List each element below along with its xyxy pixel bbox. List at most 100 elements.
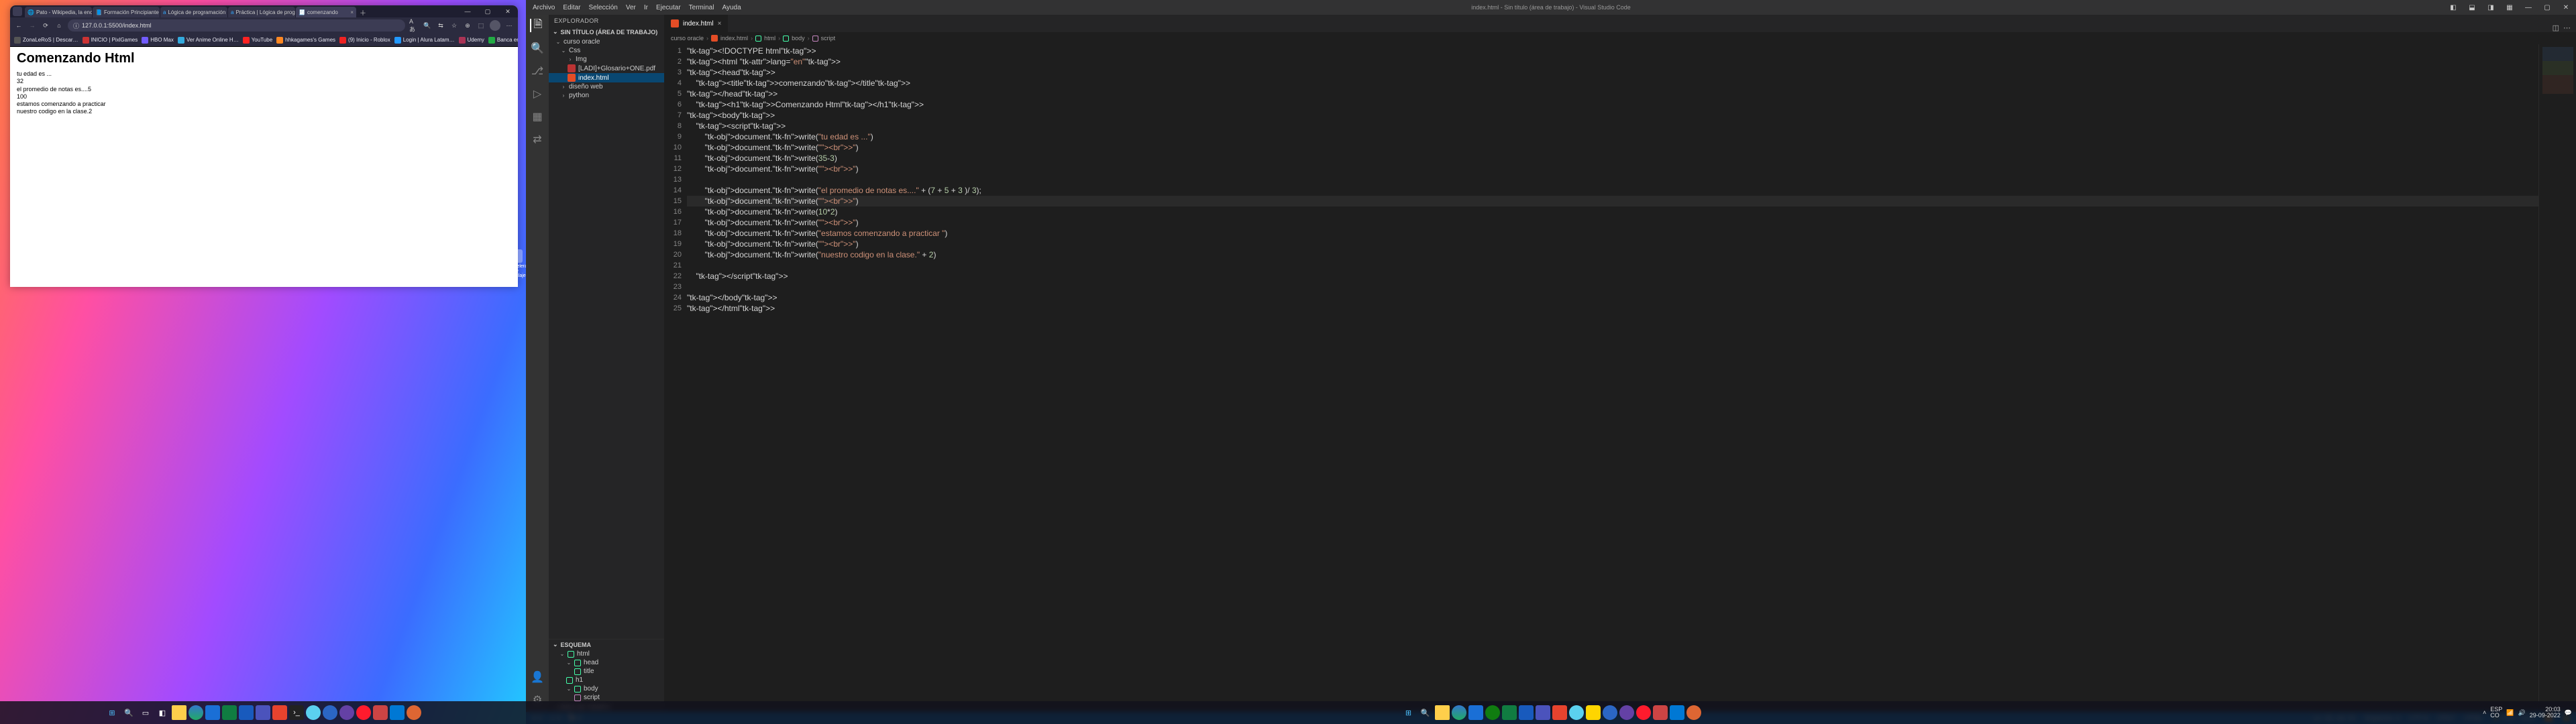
teams-icon[interactable] (1536, 705, 1550, 720)
tree-file-pdf[interactable]: [LADI]+Glosario+ONE.pdf (549, 64, 664, 73)
app-icon[interactable] (1586, 705, 1601, 720)
tab-actions-icon[interactable] (13, 7, 22, 16)
app-icon[interactable] (1653, 705, 1668, 720)
explorer-icon[interactable] (1435, 705, 1450, 720)
close-button[interactable]: ✕ (2557, 1, 2575, 14)
back-icon[interactable]: ← (14, 21, 23, 30)
tree-folder-img[interactable]: ›Img (549, 55, 664, 64)
edge-icon[interactable] (1452, 705, 1466, 720)
bookmark-4[interactable]: YouTube (243, 37, 272, 44)
search-icon[interactable]: 🔍 (121, 705, 136, 720)
profile-icon[interactable] (490, 20, 500, 31)
store-icon[interactable] (1468, 705, 1483, 720)
tree-folder-curso-oracle[interactable]: ⌄curso oracle (549, 38, 664, 46)
account-icon[interactable]: 👤 (531, 670, 544, 684)
start-button[interactable]: ⊞ (1401, 705, 1416, 720)
split-editor-icon[interactable]: ◫ (2553, 23, 2559, 32)
outline-html[interactable]: ⌄html (549, 650, 664, 658)
editor-tab-index-html[interactable]: index.html × (664, 15, 729, 32)
tray-lang[interactable]: ESP CO (2490, 707, 2502, 719)
recycle-bin[interactable]: Papelera de reciclaje (508, 249, 523, 278)
edge-icon[interactable] (189, 705, 203, 720)
live-share-icon[interactable]: ⇄ (531, 133, 544, 146)
mail-icon[interactable] (272, 705, 287, 720)
search-icon[interactable]: 🔍 (531, 42, 544, 55)
bookmark-2[interactable]: HBO Max (142, 37, 174, 44)
menu-icon[interactable]: ⋯ (504, 21, 514, 30)
tree-folder-css[interactable]: ⌄Css (549, 46, 664, 55)
tray-overflow-icon[interactable]: ˄ (2483, 709, 2486, 716)
vscode-icon[interactable] (1670, 705, 1684, 720)
menu-ver[interactable]: Ver (626, 4, 636, 11)
extensions-icon[interactable]: ▦ (531, 110, 544, 123)
maximize-button[interactable]: ▢ (2538, 1, 2556, 14)
menu-ayuda[interactable]: Ayuda (722, 4, 741, 11)
widgets-icon[interactable]: ◧ (155, 705, 170, 720)
explorer-icon[interactable]: 🗎 (530, 19, 543, 32)
new-tab-button[interactable]: ＋ (357, 7, 369, 17)
browser-tab-0[interactable]: 🌐Pato - Wikipedia, la enciclopedi…× (25, 7, 92, 17)
word-icon[interactable] (239, 705, 254, 720)
mail-icon[interactable] (1552, 705, 1567, 720)
minimize-button[interactable]: — (2520, 1, 2537, 14)
code-editor[interactable]: 1234567891011121314151617181920212223242… (664, 44, 2576, 712)
menu-terminal[interactable]: Terminal (689, 4, 714, 11)
browser-tab-3[interactable]: aPráctica | Lógica de programac…× (228, 7, 295, 17)
translate-icon[interactable]: ⇆ (436, 21, 445, 30)
wifi-icon[interactable]: 📶 (2506, 709, 2514, 717)
app-icon[interactable] (339, 705, 354, 720)
outline-header[interactable]: ⌄ESQUEMA (549, 640, 664, 650)
excel-icon[interactable] (222, 705, 237, 720)
taskview-icon[interactable]: ▭ (138, 705, 153, 720)
menu-ir[interactable]: Ir (644, 4, 648, 11)
close-button[interactable]: ✕ (498, 5, 518, 17)
zoom-icon[interactable]: 🔍 (423, 21, 432, 30)
bookmark-5[interactable]: hhkagames's Games (276, 37, 335, 44)
collections-icon[interactable]: ⊕ (463, 21, 472, 30)
address-bar[interactable]: ⓘ 127.0.0.1:5500/index.html (68, 19, 405, 32)
clock[interactable]: 20:03 29-09-2022 (2530, 707, 2561, 719)
run-debug-icon[interactable]: ▷ (531, 87, 544, 101)
crumb[interactable]: index.html (720, 35, 748, 42)
search-icon[interactable]: 🔍 (1418, 705, 1433, 720)
app-icon[interactable] (306, 705, 321, 720)
more-actions-icon[interactable]: ⋯ (2563, 23, 2571, 32)
crumb[interactable]: script (821, 35, 836, 42)
layout-left-icon[interactable]: ◧ (2445, 1, 2462, 14)
teams-icon[interactable] (256, 705, 270, 720)
browser-tab-1[interactable]: 📘Formación Principiante en Prog…× (93, 7, 160, 17)
workspace-header[interactable]: ⌄SIN TÍTULO (ÁREA DE TRABAJO) (549, 27, 664, 37)
tree-folder-diseno-web[interactable]: ›diseño web (549, 82, 664, 91)
terminal-icon[interactable]: ›_ (289, 705, 304, 720)
app-icon[interactable] (1619, 705, 1634, 720)
crumb[interactable]: curso oracle (671, 35, 704, 42)
crumb[interactable]: body (792, 35, 805, 42)
site-info-icon[interactable]: ⓘ (73, 21, 79, 30)
menu-archivo[interactable]: Archivo (533, 4, 555, 11)
close-icon[interactable]: × (350, 9, 354, 15)
favorite-icon[interactable]: ☆ (449, 21, 459, 30)
browser-tab-4[interactable]: 🧾comenzando× (296, 7, 356, 17)
forward-icon[interactable]: → (28, 21, 37, 30)
layout-bottom-icon[interactable]: ⬓ (2463, 1, 2481, 14)
store-icon[interactable] (205, 705, 220, 720)
word-icon[interactable] (1519, 705, 1534, 720)
app-icon[interactable] (1603, 705, 1617, 720)
maximize-button[interactable]: ▢ (478, 5, 498, 17)
menu-editar[interactable]: Editar (563, 4, 580, 11)
refresh-icon[interactable]: ⟳ (41, 21, 50, 30)
bookmark-8[interactable]: Udemy (459, 37, 484, 44)
outline-h1[interactable]: h1 (549, 676, 664, 684)
source-control-icon[interactable]: ⎇ (531, 64, 544, 78)
home-icon[interactable]: ⌂ (54, 21, 64, 30)
bookmark-1[interactable]: INICIO | PixlGames (83, 37, 138, 44)
bookmark-6[interactable]: (9) Inicio - Roblox (339, 37, 390, 44)
extensions-icon[interactable]: ⬚ (476, 21, 486, 30)
outline-body[interactable]: ⌄body (549, 684, 664, 693)
menu-seleccion[interactable]: Selección (588, 4, 617, 11)
close-icon[interactable]: × (718, 20, 722, 27)
layout-right-icon[interactable]: ◨ (2482, 1, 2500, 14)
outline-head[interactable]: ⌄head (549, 658, 664, 667)
tree-file-index-html[interactable]: index.html (549, 73, 664, 82)
breadcrumbs[interactable]: curso oracle› index.html› html› body› sc… (664, 32, 2576, 44)
